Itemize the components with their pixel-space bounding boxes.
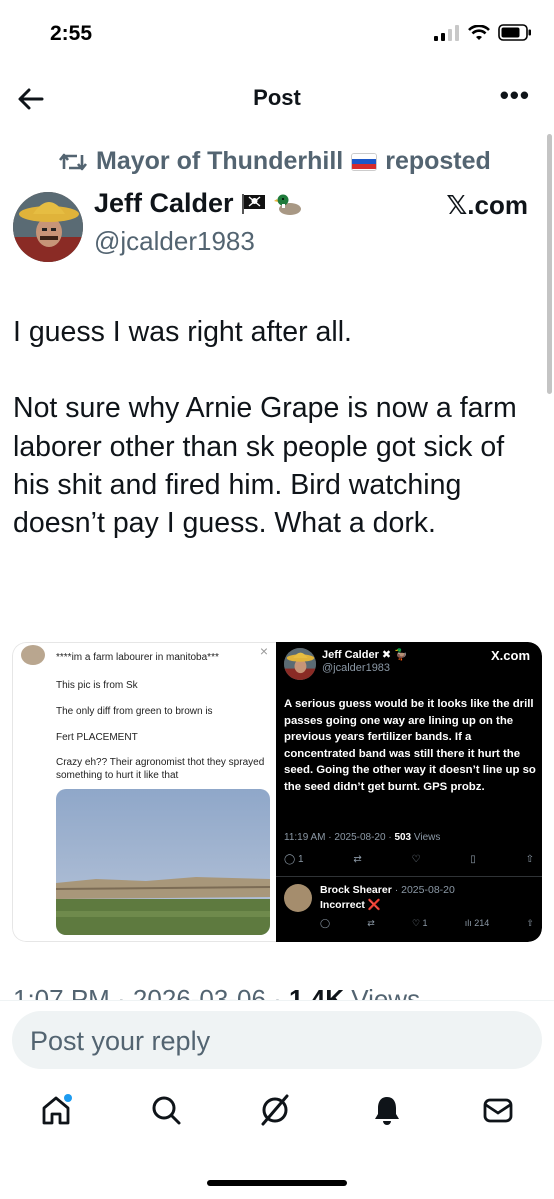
embedded-source: X.com [490, 648, 530, 663]
post-timestamp: 1:07 PM · 2026-03-06 · 1.4K Views [13, 984, 421, 1001]
author-handle[interactable]: @jcalder1983 [94, 226, 255, 257]
tab-bar [0, 1090, 554, 1140]
more-button[interactable]: ••• [500, 80, 530, 111]
avatar-image [13, 192, 83, 262]
scrollbar[interactable] [547, 134, 552, 394]
embedded-reply-avatar [284, 884, 312, 912]
source-link[interactable]: 𝕏.com [446, 190, 528, 221]
reposter-name: Mayor of Thunderhill [96, 147, 344, 175]
russia-flag-icon [351, 152, 378, 171]
tab-messages[interactable] [478, 1090, 518, 1130]
repost-icon [58, 153, 88, 170]
embedded-author-handle: @jcalder1983 [322, 662, 391, 674]
page-title: Post [253, 85, 301, 110]
tab-grok[interactable] [255, 1090, 295, 1130]
embedded-avatar [284, 648, 316, 680]
notifications-icon [375, 1097, 399, 1125]
grok-icon [261, 1094, 289, 1126]
tab-search[interactable] [146, 1090, 186, 1130]
reply-icon: ◯ [320, 918, 331, 928]
repost-icon: ⇄ [353, 854, 362, 865]
tab-home[interactable] [36, 1090, 76, 1130]
embedded-post-text: A serious guess would be it looks like t… [284, 698, 536, 793]
signal-icon [434, 24, 459, 41]
messages-icon [483, 1098, 513, 1123]
tab-notifications[interactable] [367, 1090, 407, 1130]
post-media[interactable]: × ****im a farm labourer in manitoba*** … [12, 642, 542, 942]
more-icon: ••• [499, 80, 530, 110]
embedded-text-line: Crazy eh?? Their agronomist thot they sp… [56, 757, 265, 781]
author-name: Jeff Calder [94, 188, 234, 218]
pirate-flag-icon [241, 193, 265, 214]
embedded-text-line: Fert PLACEMENT [56, 732, 138, 743]
embedded-reply-author: Brock Shearer · 2025-08-20 [320, 884, 455, 896]
home-indicator[interactable] [207, 1180, 347, 1186]
search-icon [152, 1096, 181, 1125]
like-icon: ♡ 1 [411, 918, 428, 928]
repost-icon: ⇄ [367, 918, 375, 928]
embedded-author-name: Jeff Calder ✖ 🦆 [322, 649, 408, 661]
avatar[interactable] [13, 192, 83, 262]
duck-icon [273, 194, 301, 215]
reply-input[interactable]: Post your reply [12, 1011, 542, 1069]
battery-icon [498, 24, 531, 41]
reply-placeholder: Post your reply [30, 1026, 211, 1056]
like-icon: ♡ [411, 854, 421, 865]
embedded-actions: ◯ 1 ⇄ ♡ ▯ ⇧ [284, 854, 534, 865]
embedded-reply-text: Incorrect ❌ [320, 899, 381, 911]
share-icon: ⇧ [525, 854, 534, 865]
embedded-text-line: ****im a farm labourer in manitoba*** [56, 652, 219, 663]
embedded-reply-actions: ◯ ⇄ ♡ 1 ılı 214 ⇧ [320, 918, 534, 929]
reply-icon: ◯ 1 [284, 854, 304, 865]
field-photo [56, 789, 270, 935]
divider [276, 876, 542, 877]
author-name-row[interactable]: Jeff Calder [94, 188, 302, 219]
views-icon: ılı 214 [464, 918, 490, 928]
embedded-text-line: The only diff from green to brown is [56, 706, 213, 717]
share-icon: ⇧ [526, 918, 534, 928]
bookmark-icon: ▯ [470, 854, 476, 865]
embedded-avatar [21, 645, 45, 665]
home-icon [42, 1094, 72, 1125]
wifi-icon [468, 24, 490, 40]
post-header: Post ••• [0, 70, 554, 128]
media-image-left[interactable]: × ****im a farm labourer in manitoba*** … [12, 642, 276, 942]
post-text: I guess I was right after all. Not sure … [13, 316, 517, 539]
status-time: 2:55 [50, 22, 93, 45]
embedded-text-line: This pic is from Sk [56, 680, 138, 691]
status-bar: 2:55 [0, 0, 554, 70]
embedded-close-icon: × [259, 643, 268, 659]
embedded-meta: 11:19 AM · 2025-08-20 · 503 Views [284, 832, 441, 843]
status-icons [434, 24, 532, 41]
repost-suffix: reposted [385, 147, 491, 175]
repost-indicator[interactable]: Mayor of Thunderhill reposted [58, 147, 491, 176]
media-image-right[interactable]: Jeff Calder ✖ 🦆 @jcalder1983 X.com A ser… [276, 642, 542, 942]
